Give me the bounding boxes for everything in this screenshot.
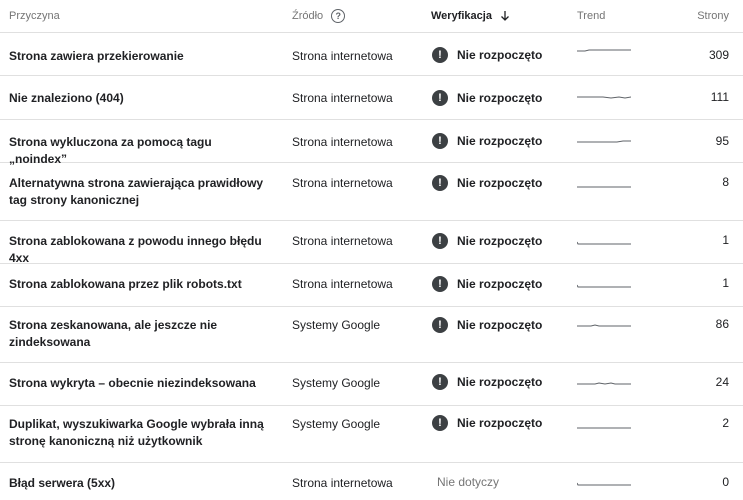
- column-header-trend: Trend: [577, 10, 606, 22]
- exclamation-circle-icon: !: [432, 133, 448, 149]
- table-header: Przyczyna Źródło ? Weryfikacja Trend Str…: [0, 0, 743, 33]
- verification-cell: ! Nie rozpoczęto: [432, 317, 542, 333]
- trend-sparkline: [577, 137, 631, 147]
- exclamation-circle-icon: !: [432, 233, 448, 249]
- trend-sparkline: [577, 480, 631, 490]
- verification-cell: ! Nie rozpoczęto: [432, 415, 542, 431]
- trend-sparkline: [577, 93, 631, 103]
- source-cell: Strona internetowa: [292, 476, 393, 490]
- reason-cell: Duplikat, wyszukiwarka Google wybrała in…: [9, 417, 264, 448]
- column-header-reason[interactable]: Przyczyna: [9, 0, 60, 32]
- verification-cell: Nie dotyczy: [437, 475, 499, 489]
- table-row[interactable]: Strona zeskanowana, ale jeszcze nie zind…: [0, 307, 743, 363]
- verification-cell: ! Nie rozpoczęto: [432, 133, 542, 149]
- pages-count: 86: [715, 317, 729, 331]
- pages-count: 8: [722, 175, 729, 189]
- pages-count: 24: [715, 375, 729, 389]
- source-cell: Strona internetowa: [292, 234, 393, 248]
- verification-status: Nie rozpoczęto: [457, 416, 543, 430]
- source-cell: Systemy Google: [292, 376, 381, 390]
- verification-cell: ! Nie rozpoczęto: [432, 47, 542, 63]
- table-row[interactable]: Strona zablokowana z powodu innego błędu…: [0, 221, 743, 265]
- verification-status: Nie dotyczy: [437, 475, 500, 489]
- table-row[interactable]: Nie znaleziono (404) Strona internetowa …: [0, 76, 743, 120]
- reason-cell: Strona zeskanowana, ale jeszcze nie zind…: [9, 318, 218, 349]
- table-row[interactable]: Strona wykluczona za pomocą tagu „noinde…: [0, 120, 743, 166]
- source-cell: Strona internetowa: [292, 49, 393, 63]
- verification-status: Nie rozpoczęto: [457, 234, 543, 248]
- column-header-pages[interactable]: Strony: [697, 0, 729, 32]
- reason-cell: Strona zablokowana przez plik robots.txt: [9, 277, 242, 291]
- exclamation-circle-icon: !: [432, 175, 448, 191]
- verification-cell: ! Nie rozpoczęto: [432, 374, 542, 390]
- source-cell: Systemy Google: [292, 417, 381, 431]
- column-header-verification-label: Weryfikacja: [431, 10, 492, 22]
- reason-cell: Alternatywna strona zawierająca prawidło…: [9, 176, 264, 207]
- arrow-down-icon: [500, 11, 509, 21]
- pages-count: 1: [722, 233, 729, 247]
- verification-cell: ! Nie rozpoczęto: [432, 233, 542, 249]
- reason-cell: Strona wykryta – obecnie niezindeksowana: [9, 376, 256, 390]
- reason-cell: Strona zablokowana z powodu innego błędu…: [9, 234, 262, 265]
- help-circle-icon[interactable]: ?: [331, 9, 346, 23]
- exclamation-circle-icon: !: [432, 47, 448, 63]
- reason-cell: Strona zawiera przekierowanie: [9, 49, 184, 63]
- pages-count: 309: [708, 48, 729, 62]
- pages-count: 111: [710, 90, 729, 104]
- verification-cell: ! Nie rozpoczęto: [432, 175, 542, 191]
- trend-sparkline: [577, 239, 631, 249]
- exclamation-circle-icon: !: [432, 317, 448, 333]
- pages-count: 2: [722, 416, 729, 430]
- verification-cell: ! Nie rozpoczęto: [432, 90, 542, 106]
- source-cell: Strona internetowa: [292, 135, 393, 149]
- table-row[interactable]: Błąd serwera (5xx) Strona internetowa Ni…: [0, 463, 743, 500]
- trend-sparkline: [577, 46, 631, 56]
- table-row[interactable]: Alternatywna strona zawierająca prawidło…: [0, 163, 743, 221]
- column-header-verification[interactable]: Weryfikacja: [431, 0, 510, 32]
- source-cell: Strona internetowa: [292, 91, 393, 105]
- verification-status: Nie rozpoczęto: [457, 134, 543, 148]
- exclamation-circle-icon: !: [432, 276, 448, 292]
- table-row[interactable]: Strona zablokowana przez plik robots.txt…: [0, 264, 743, 307]
- index-issues-table: Przyczyna Źródło ? Weryfikacja Trend Str…: [0, 0, 743, 490]
- verification-status: Nie rozpoczęto: [457, 375, 543, 389]
- verification-status: Nie rozpoczęto: [457, 91, 543, 105]
- table-row[interactable]: Strona wykryta – obecnie niezindeksowana…: [0, 363, 743, 406]
- trend-sparkline: [577, 182, 631, 192]
- pages-count: 95: [715, 134, 729, 148]
- verification-status: Nie rozpoczęto: [457, 176, 543, 190]
- verification-status: Nie rozpoczęto: [457, 318, 543, 332]
- trend-sparkline: [577, 423, 631, 433]
- verification-status: Nie rozpoczęto: [457, 277, 543, 291]
- column-header-source[interactable]: Źródło ?: [292, 0, 346, 32]
- exclamation-circle-icon: !: [432, 90, 448, 106]
- pages-count: 0: [722, 475, 729, 489]
- table-row[interactable]: Duplikat, wyszukiwarka Google wybrała in…: [0, 406, 743, 463]
- source-cell: Strona internetowa: [292, 176, 393, 190]
- column-header-source-label: Źródło: [292, 10, 324, 22]
- pages-count: 1: [722, 276, 729, 290]
- exclamation-circle-icon: !: [432, 415, 448, 431]
- source-cell: Strona internetowa: [292, 277, 393, 291]
- exclamation-circle-icon: !: [432, 374, 448, 390]
- trend-sparkline: [577, 379, 631, 389]
- verification-cell: ! Nie rozpoczęto: [432, 276, 542, 292]
- reason-cell: Nie znaleziono (404): [9, 91, 124, 105]
- reason-cell: Błąd serwera (5xx): [9, 476, 116, 490]
- table-row[interactable]: Strona zawiera przekierowanie Strona int…: [0, 33, 743, 76]
- trend-sparkline: [577, 321, 631, 331]
- verification-status: Nie rozpoczęto: [457, 48, 543, 62]
- source-cell: Systemy Google: [292, 318, 381, 332]
- trend-sparkline: [577, 282, 631, 292]
